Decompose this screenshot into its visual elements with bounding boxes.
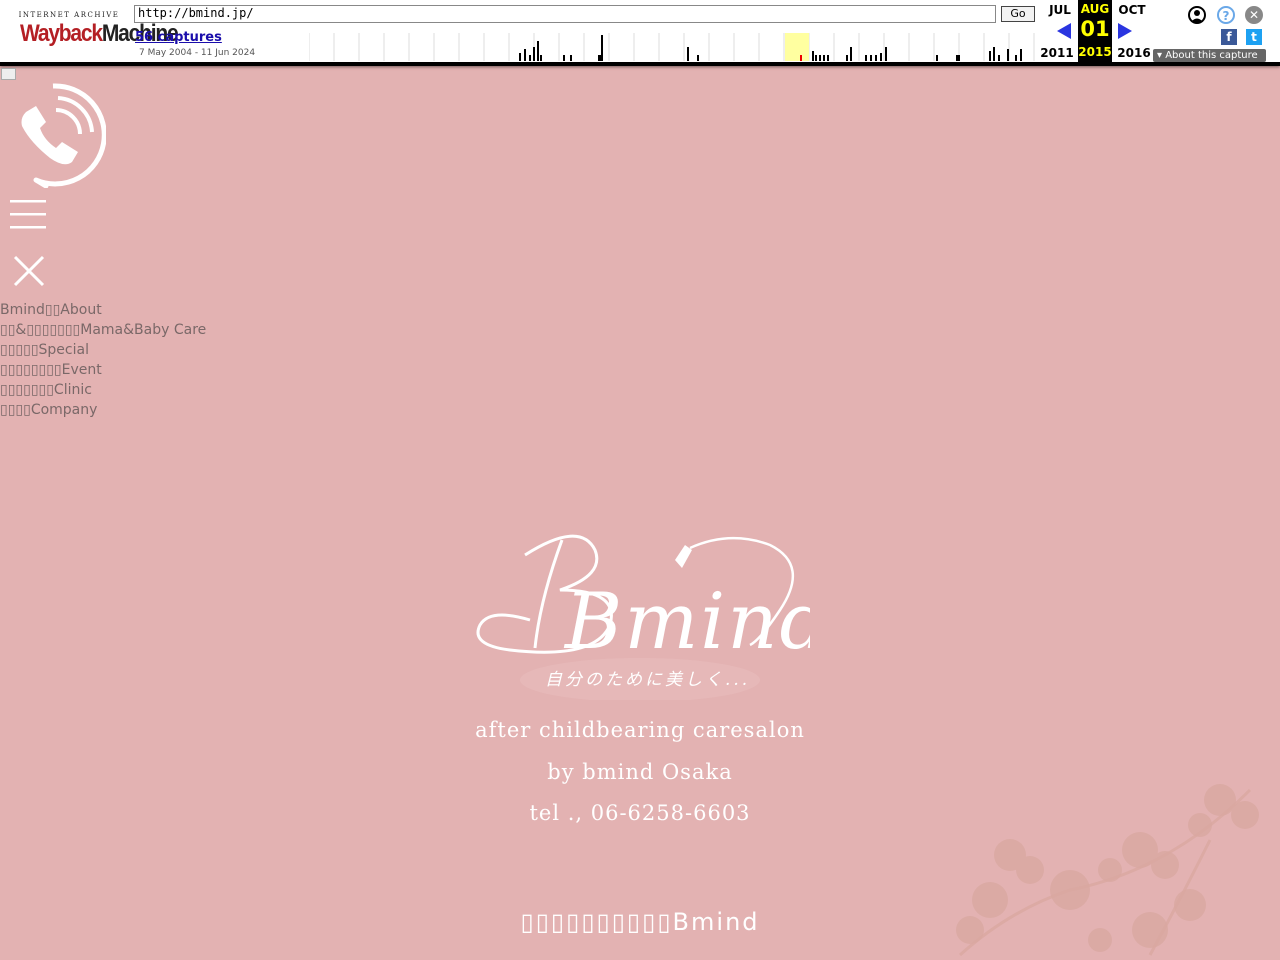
close-icon[interactable]: ✕	[1245, 6, 1263, 24]
next-year-label[interactable]: 2016	[1117, 46, 1151, 60]
facebook-icon[interactable]: f	[1221, 29, 1237, 45]
wayback-url-input[interactable]: http://bmind.jp/	[134, 5, 996, 23]
hamburger-menu-icon[interactable]	[10, 198, 46, 230]
prev-month-label[interactable]: JUL	[1043, 3, 1077, 17]
current-day: 01	[1080, 17, 1110, 41]
next-month-label[interactable]: OCT	[1115, 3, 1149, 17]
bmind-logo: Bmind 自分のために美しく...	[476, 534, 810, 700]
capture-date-range: 7 May 2004 - 11 Jun 2024	[139, 48, 256, 58]
help-icon[interactable]: ?	[1217, 6, 1235, 24]
menu-close-icon[interactable]	[12, 254, 46, 288]
current-month: AUG	[1080, 2, 1110, 16]
prev-capture-arrow-icon[interactable]	[1057, 23, 1071, 39]
nav-item-special[interactable]: ▯▯▯▯▯Special	[0, 340, 206, 360]
wayback-logo[interactable]: INTERNET ARCHIVE WaybackMachine	[10, 6, 179, 56]
capture-sparkline[interactable]	[309, 33, 1035, 61]
nav-item-event[interactable]: ▯▯▯▯▯▯▯▯Event	[0, 360, 206, 380]
nav-item-mama-baby-care[interactable]: ▯▯&▯▯▯▯▯▯▯Mama&Baby Care	[0, 320, 206, 340]
footer-brand-text: ▯▯▯▯▯▯▯▯▯▯Bmind	[520, 908, 760, 936]
next-capture-arrow-icon[interactable]	[1118, 23, 1132, 39]
captures-link[interactable]: 56 captures	[135, 30, 222, 45]
internet-archive-label: INTERNET ARCHIVE	[18, 11, 120, 19]
logo-subtitle: 自分のために美しく...	[545, 670, 750, 690]
prev-year-label[interactable]: 2011	[1040, 46, 1074, 60]
nav-item-company[interactable]: ▯▯▯▯Company	[0, 400, 206, 420]
tagline-caresalon: after childbearing caresalon	[475, 718, 805, 742]
nav-item-about[interactable]: Bmind▯▯About	[0, 300, 206, 320]
current-year: 2015	[1078, 45, 1112, 59]
wayback-toolbar: INTERNET ARCHIVE WaybackMachine http://b…	[0, 0, 1280, 66]
twitter-icon[interactable]: t	[1246, 29, 1262, 45]
main-nav: Bmind▯▯About ▯▯&▯▯▯▯▯▯▯Mama&Baby Care ▯▯…	[0, 300, 206, 420]
nav-item-clinic[interactable]: ▯▯▯▯▯▯▯Clinic	[0, 380, 206, 400]
wordmark-wayback: Wayback	[20, 20, 103, 47]
about-capture-label: About this capture	[1165, 50, 1258, 61]
phone-icon[interactable]	[0, 82, 106, 188]
current-capture-date: AUG 01 2015	[1078, 0, 1112, 62]
about-capture-dropdown[interactable]: ▾ About this capture	[1153, 49, 1266, 62]
user-icon[interactable]	[1188, 6, 1206, 24]
broken-image	[1, 68, 16, 80]
go-button[interactable]: Go	[1001, 6, 1035, 22]
